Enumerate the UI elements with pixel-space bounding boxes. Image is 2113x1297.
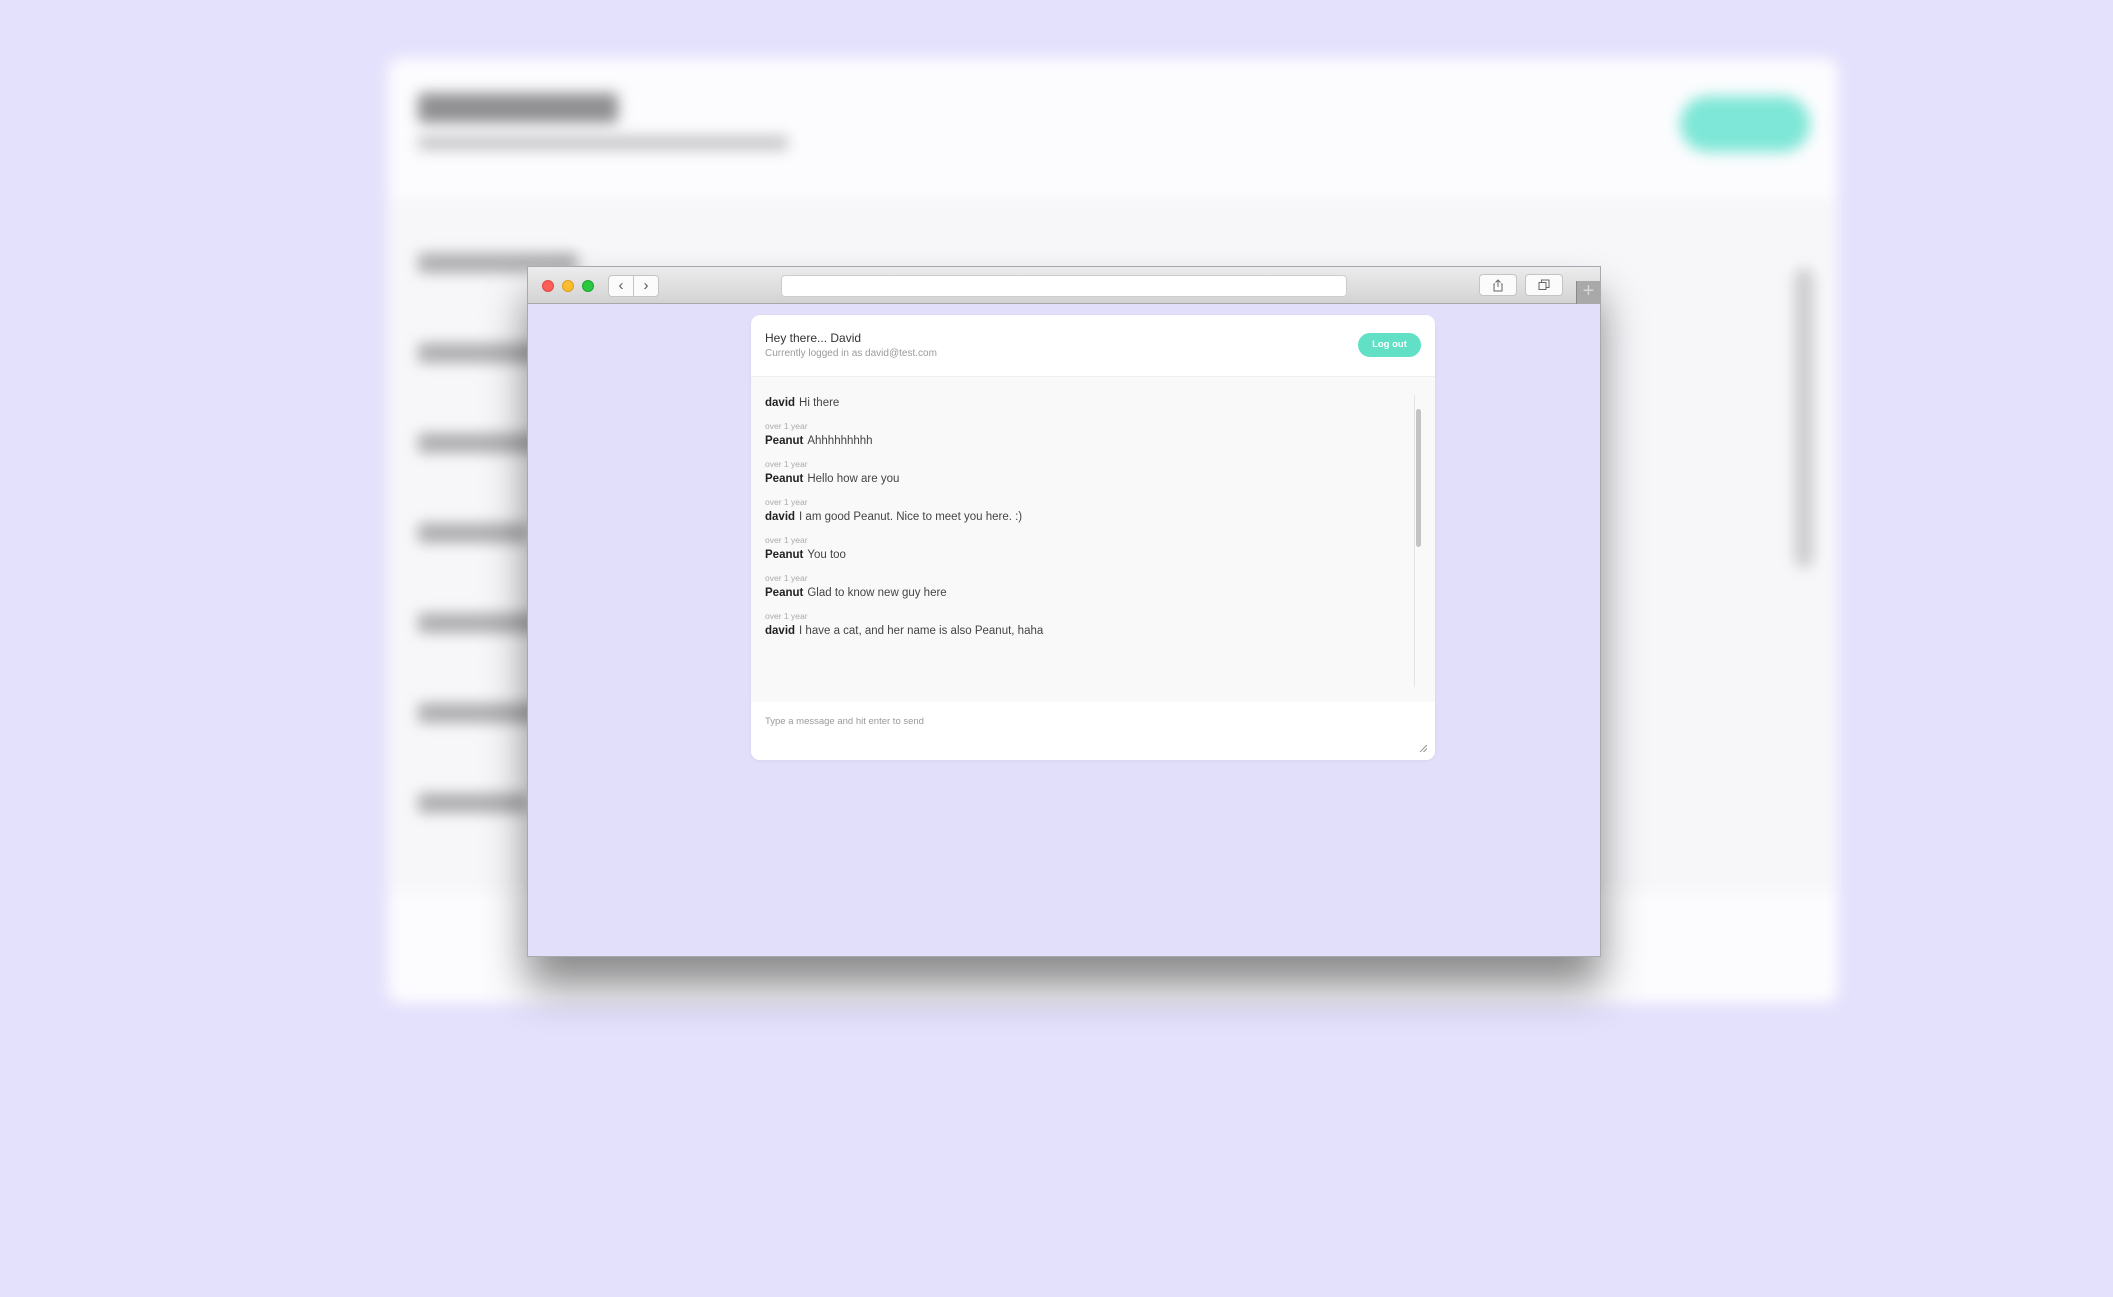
background-line <box>418 523 528 543</box>
message-author: Peanut <box>765 473 804 485</box>
background-line <box>418 613 538 633</box>
message-input[interactable] <box>765 716 1421 738</box>
message-line: Peanut You too <box>765 547 1421 563</box>
tabs-icon <box>1538 279 1550 290</box>
message-author: Peanut <box>765 435 804 447</box>
new-tab-button[interactable]: + <box>1576 281 1600 304</box>
message-timestamp: over 1 year <box>765 535 808 545</box>
back-button[interactable]: ‹ <box>608 275 634 297</box>
browser-toolbar: ‹ › + <box>528 267 1600 304</box>
background-line <box>418 793 528 813</box>
message-item: over 1 year Peanut You too <box>765 533 1421 563</box>
logout-button[interactable]: Log out <box>1358 333 1421 357</box>
chat-header: Hey there... David Currently logged in a… <box>751 315 1435 377</box>
message-item: over 1 year Peanut Hello how are you <box>765 457 1421 487</box>
background-scrollbar <box>1794 268 1814 568</box>
message-author: david <box>765 625 796 637</box>
message-item: over 1 year david I am good Peanut. Nice … <box>765 495 1421 525</box>
message-line: david I have a cat, and her name is also … <box>765 623 1421 639</box>
message-text: Glad to know new guy here <box>807 587 947 599</box>
greeting-text: Hey there... David <box>765 331 862 345</box>
close-window-button[interactable] <box>542 280 554 292</box>
message-timestamp: over 1 year <box>765 497 808 507</box>
background-subtitle-placeholder <box>418 136 788 150</box>
message-line: Peanut Glad to know new guy here <box>765 585 1421 601</box>
message-scrollbar[interactable] <box>1414 395 1421 687</box>
message-text: Hello how are you <box>807 473 900 485</box>
message-area[interactable]: david Hi there over 1 year Peanut Ahhhhhhh… <box>751 377 1435 702</box>
back-arrow-icon: ‹ <box>618 277 624 294</box>
background-line <box>418 343 538 363</box>
resize-handle-icon[interactable] <box>1420 745 1427 752</box>
scrollbar-thumb[interactable] <box>1416 409 1421 547</box>
message-text: You too <box>807 549 846 561</box>
message-author: david <box>765 397 796 409</box>
plus-icon: + <box>1582 280 1595 302</box>
background-button-placeholder <box>1680 96 1810 152</box>
message-timestamp: over 1 year <box>765 421 808 431</box>
background-title-placeholder <box>418 93 618 123</box>
message-list: david Hi there over 1 year Peanut Ahhhhhhh… <box>765 395 1421 687</box>
message-text: I am good Peanut. Nice to meet you here.… <box>799 511 1023 523</box>
message-line: Peanut Ahhhhhhhhh <box>765 433 1421 449</box>
forward-button[interactable]: › <box>633 275 659 297</box>
background-header <box>388 58 1838 198</box>
message-composer <box>751 702 1435 760</box>
logged-in-status: Currently logged in as david@test.com <box>765 348 937 359</box>
message-line: Peanut Hello how are you <box>765 471 1421 487</box>
message-timestamp: over 1 year <box>765 573 808 583</box>
share-icon <box>1493 279 1503 292</box>
message-item: over 1 year Peanut Glad to know new guy h… <box>765 571 1421 601</box>
message-item: david Hi there <box>765 395 1421 411</box>
message-line: david Hi there <box>765 395 1421 411</box>
message-timestamp: over 1 year <box>765 459 808 469</box>
background-line <box>418 703 538 723</box>
address-bar[interactable] <box>781 275 1347 297</box>
message-item: over 1 year david I have a cat, and her n… <box>765 609 1421 639</box>
message-text: Hi there <box>799 397 840 409</box>
zoom-window-button[interactable] <box>582 280 594 292</box>
message-author: Peanut <box>765 549 804 561</box>
message-text: Ahhhhhhhhh <box>807 435 873 447</box>
share-button[interactable] <box>1479 274 1517 296</box>
minimize-window-button[interactable] <box>562 280 574 292</box>
chat-card: Hey there... David Currently logged in a… <box>751 315 1435 760</box>
background-line <box>418 433 538 453</box>
message-item: over 1 year Peanut Ahhhhhhhhh <box>765 419 1421 449</box>
browser-window: ‹ › + Hey there... David Currently logge… <box>527 266 1601 957</box>
forward-arrow-icon: › <box>643 277 649 294</box>
message-author: Peanut <box>765 587 804 599</box>
message-line: david I am good Peanut. Nice to meet you … <box>765 509 1421 525</box>
message-text: I have a cat, and her name is also Peanu… <box>799 625 1044 637</box>
message-author: david <box>765 511 796 523</box>
message-timestamp: over 1 year <box>765 611 808 621</box>
show-tabs-button[interactable] <box>1525 274 1563 296</box>
